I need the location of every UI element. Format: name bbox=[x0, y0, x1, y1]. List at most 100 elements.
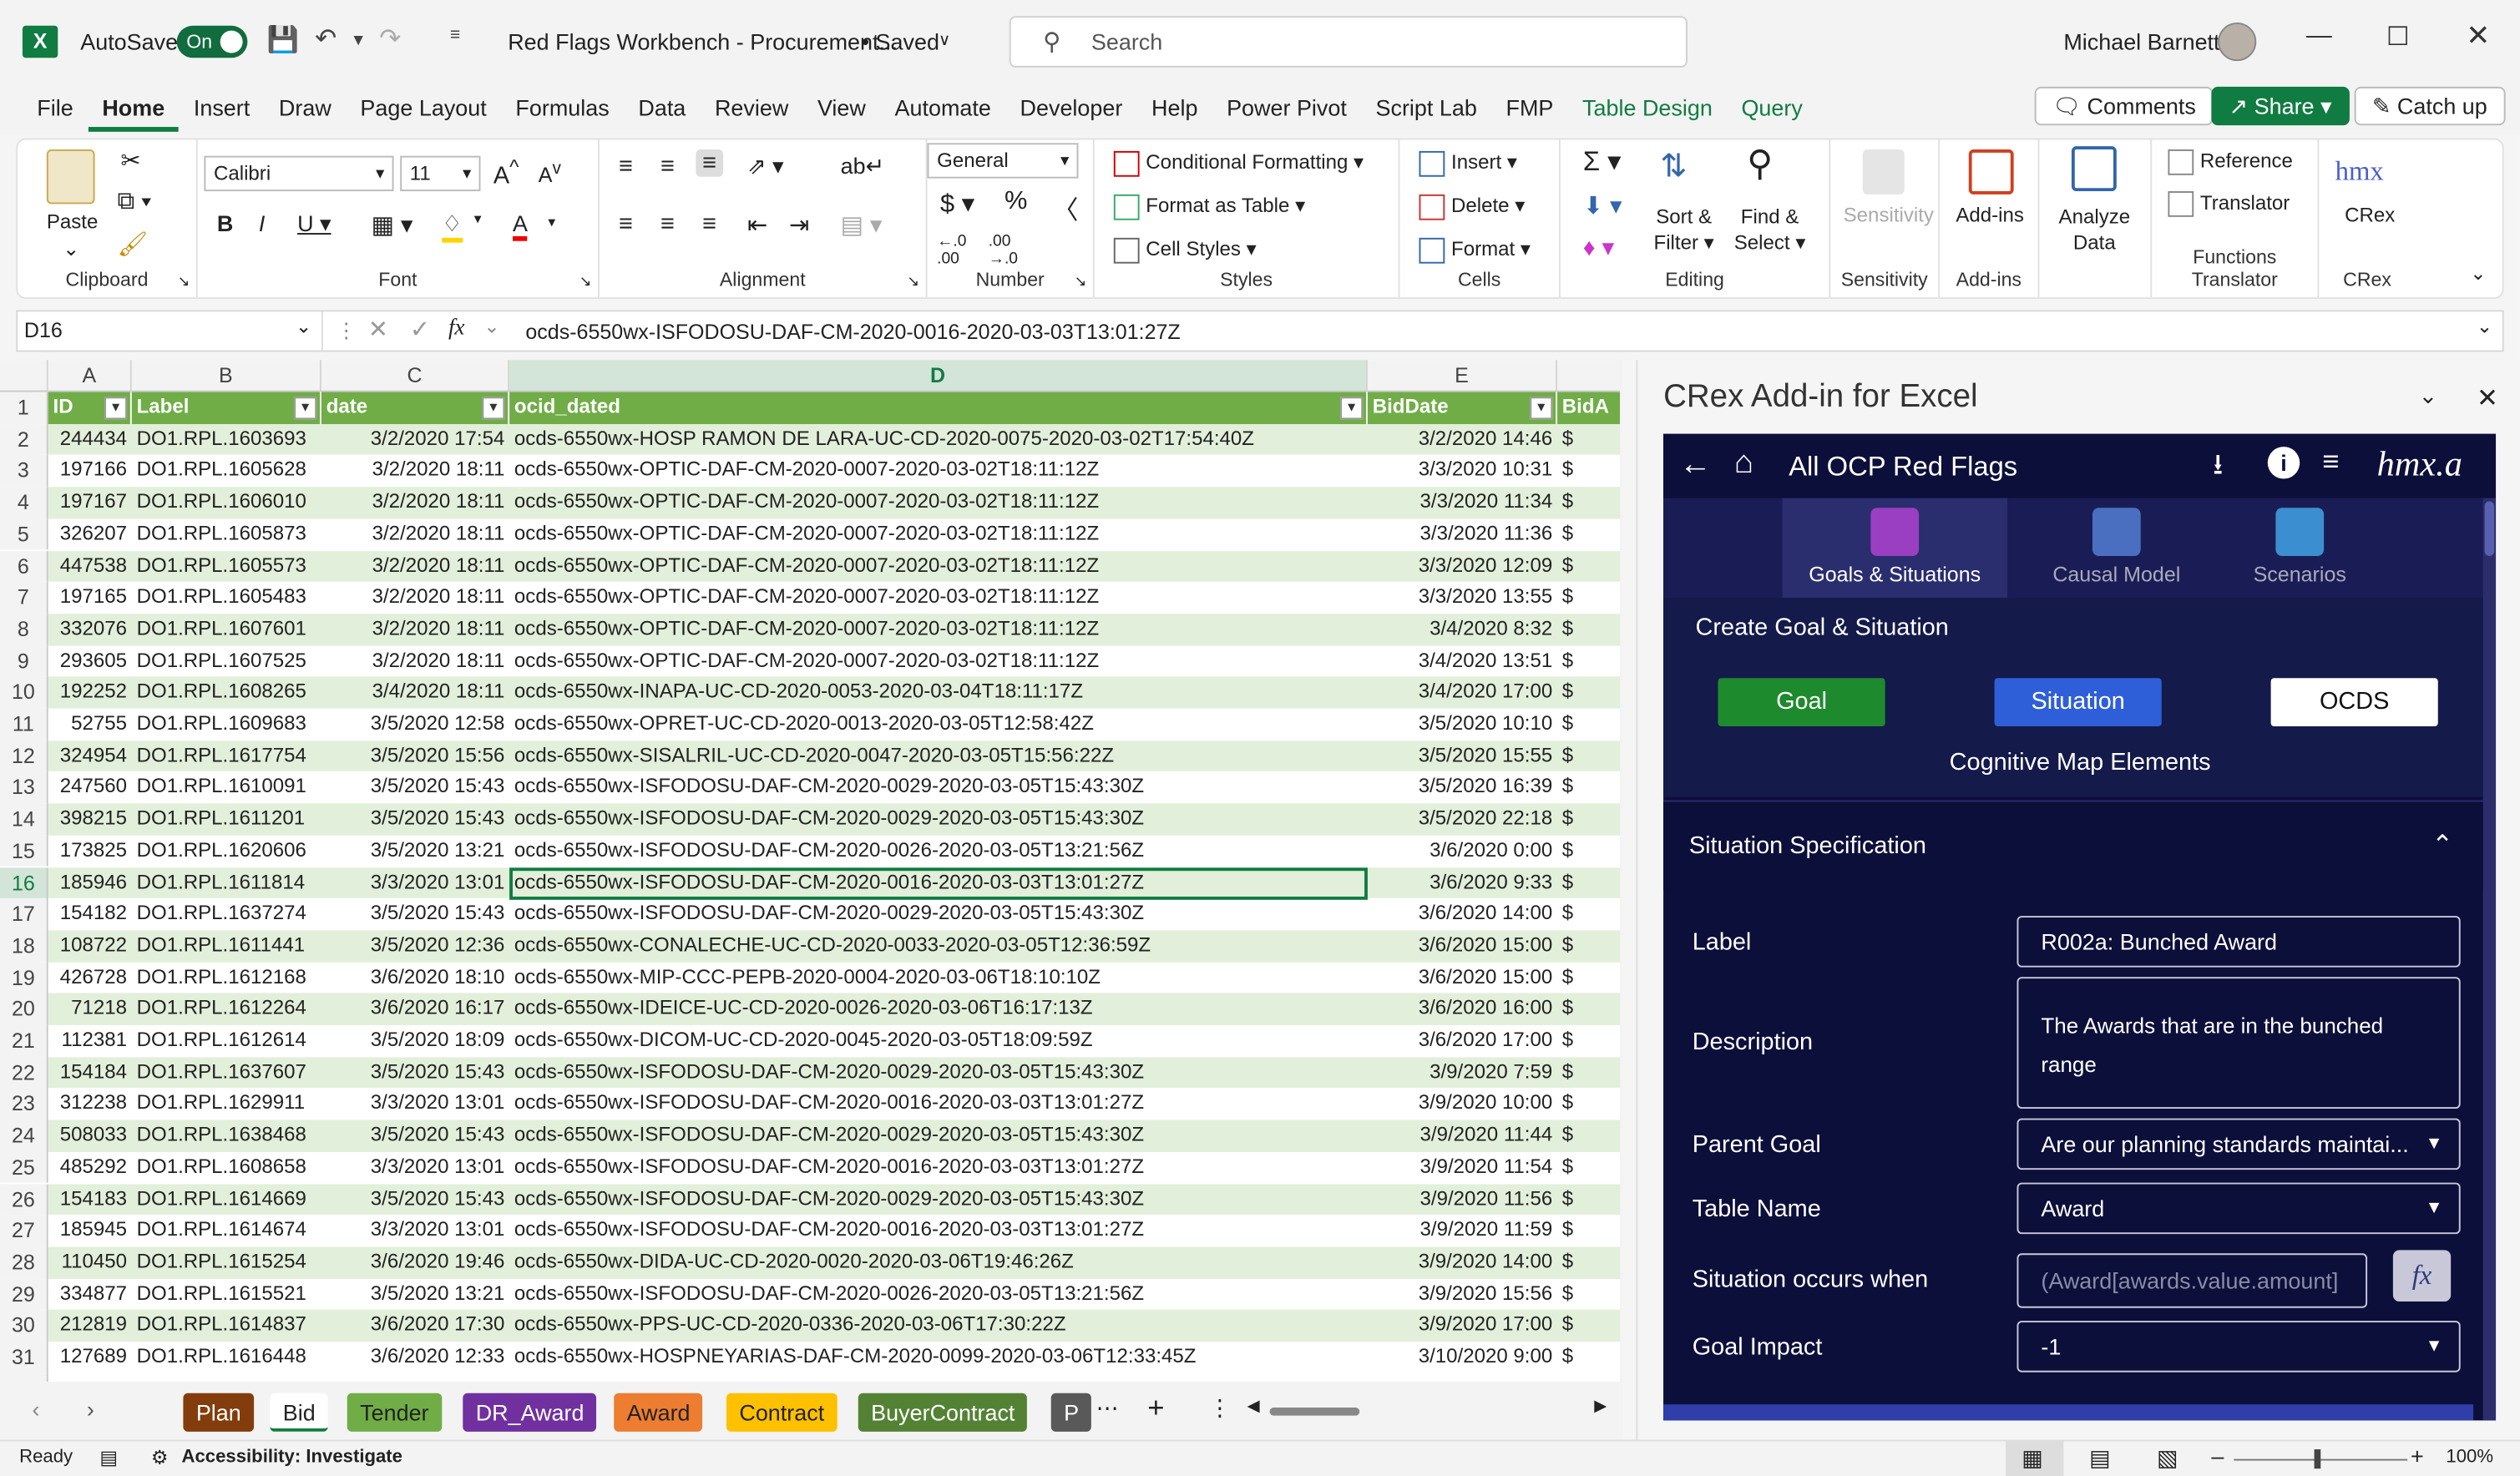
table-cell[interactable]: 3/3/2020 12:09 bbox=[1368, 550, 1557, 582]
filter-dropdown-icon[interactable]: ▼ bbox=[1340, 397, 1364, 420]
table-cell[interactable]: 154183 bbox=[48, 1184, 132, 1216]
fill-color-icon[interactable]: ♢ bbox=[442, 210, 463, 243]
table-cell[interactable]: $ bbox=[1557, 550, 1622, 582]
table-cell[interactable]: 334877 bbox=[48, 1278, 132, 1310]
analyze-data-button[interactable]: Analyze Data bbox=[2059, 204, 2131, 255]
table-cell[interactable]: 3/6/2020 17:00 bbox=[1368, 1025, 1557, 1057]
row-header[interactable]: 16 bbox=[0, 867, 48, 899]
table-cell[interactable]: $ bbox=[1557, 804, 1622, 836]
table-cell[interactable]: DO1.RPL.1612168 bbox=[132, 962, 321, 993]
table-cell[interactable]: 3/9/2020 11:54 bbox=[1368, 1152, 1557, 1184]
catch-up-button[interactable]: ✎ Catch up bbox=[2354, 86, 2505, 126]
back-arrow-icon[interactable]: ← bbox=[1679, 447, 1711, 483]
table-cell[interactable]: $ bbox=[1557, 1184, 1622, 1216]
collapse-chevron-up-icon[interactable]: ⌃ bbox=[2431, 829, 2453, 861]
table-cell[interactable]: $ bbox=[1557, 993, 1622, 1025]
next-sheet-icon[interactable]: › bbox=[87, 1397, 94, 1423]
name-box-dropdown-icon[interactable]: ⌄ bbox=[296, 315, 311, 337]
enter-icon[interactable]: ✓ bbox=[410, 315, 430, 344]
table-cell[interactable]: 3/2/2020 17:54 bbox=[321, 424, 509, 456]
row-header[interactable]: 29 bbox=[0, 1278, 48, 1311]
menu-tab-insert[interactable]: Insert bbox=[180, 83, 265, 132]
sheet-tab-award[interactable]: Award bbox=[614, 1393, 703, 1432]
table-cell[interactable]: 3/9/2020 7:59 bbox=[1368, 1057, 1557, 1089]
font-dialog-launcher-icon[interactable]: ↘ bbox=[579, 273, 592, 291]
table-cell[interactable]: $ bbox=[1557, 677, 1622, 709]
percent-icon[interactable]: % bbox=[1004, 188, 1027, 217]
minimize-icon[interactable]: — bbox=[2282, 23, 2356, 52]
column-header[interactable]: D bbox=[509, 360, 1368, 392]
parent-goal-select[interactable]: Are our planning standards maintai... ▼ bbox=[2017, 1118, 2461, 1170]
home-icon[interactable]: ⌂ bbox=[1734, 445, 1753, 482]
row-header[interactable]: 1 bbox=[0, 392, 48, 424]
table-cell[interactable]: DO1.RPL.1611814 bbox=[132, 867, 321, 898]
menu-tab-formulas[interactable]: Formulas bbox=[501, 83, 624, 132]
table-cell[interactable]: 3/6/2020 15:00 bbox=[1368, 930, 1557, 962]
number-format-select[interactable]: General ▼ bbox=[927, 143, 1079, 179]
table-cell[interactable]: 3/5/2020 15:43 bbox=[321, 1057, 509, 1089]
table-cell[interactable]: 3/5/2020 12:58 bbox=[321, 709, 509, 741]
table-cell[interactable]: ocds-6550wx-OPTIC-DAF-CM-2020-0007-2020-… bbox=[509, 455, 1368, 487]
filter-dropdown-icon[interactable]: ▼ bbox=[482, 397, 505, 420]
table-cell[interactable]: ocds-6550wx-OPTIC-DAF-CM-2020-0007-2020-… bbox=[509, 582, 1368, 614]
insert-function-icon[interactable]: fx bbox=[448, 316, 464, 342]
spreadsheet-grid[interactable]: ABCDE 1 2 3 4 5 6 7 8 9 10 11 12 13 14 15 16 17 18 19 20 21 2… bbox=[0, 360, 1623, 1382]
row-header[interactable]: 17 bbox=[0, 898, 48, 931]
table-cell[interactable]: 185945 bbox=[48, 1215, 132, 1246]
table-cell[interactable]: 3/9/2020 11:44 bbox=[1368, 1120, 1557, 1152]
search-input[interactable]: ⚲ Search bbox=[1009, 16, 1688, 68]
row-header[interactable]: 27 bbox=[0, 1215, 48, 1247]
filter-dropdown-icon[interactable]: ▼ bbox=[294, 397, 317, 420]
collapse-ribbon-icon[interactable]: ⌄ bbox=[2470, 262, 2486, 285]
table-cell[interactable]: $ bbox=[1557, 709, 1622, 741]
description-textarea[interactable]: The Awards that are in the bunched range bbox=[2017, 977, 2461, 1110]
insert-cells-button[interactable]: Insert ▾ bbox=[1419, 149, 1517, 177]
table-cell[interactable]: $ bbox=[1557, 867, 1622, 898]
table-cell[interactable]: 154184 bbox=[48, 1057, 132, 1089]
row-header[interactable]: 8 bbox=[0, 614, 48, 645]
table-cell[interactable]: DO1.RPL.1608658 bbox=[132, 1152, 321, 1184]
table-cell[interactable]: 3/4/2020 17:00 bbox=[1368, 677, 1557, 709]
table-cell[interactable]: 3/6/2020 16:17 bbox=[321, 993, 509, 1025]
table-cell[interactable]: ocds-6550wx-SISALRIL-UC-CD-2020-0047-202… bbox=[509, 741, 1368, 772]
info-icon[interactable]: i bbox=[2267, 447, 2300, 479]
format-painter-icon[interactable]: 🖌 bbox=[118, 230, 149, 259]
fill-icon[interactable]: ⬇ ▾ bbox=[1583, 191, 1622, 220]
table-cell[interactable]: ocds-6550wx-CONALECHE-UC-CD-2020-0033-20… bbox=[509, 930, 1368, 962]
table-cell[interactable]: DO1.RPL.1611441 bbox=[132, 930, 321, 962]
row-header[interactable]: 24 bbox=[0, 1120, 48, 1152]
pane-options-icon[interactable]: ⌄ bbox=[2419, 382, 2438, 410]
zoom-out-icon[interactable]: – bbox=[2211, 1443, 2224, 1468]
table-cell[interactable]: DO1.RPL.1629911 bbox=[132, 1089, 321, 1120]
goal-button[interactable]: Goal bbox=[1718, 678, 1885, 726]
pane-close-icon[interactable]: ✕ bbox=[2477, 382, 2498, 414]
add-sheet-icon[interactable]: + bbox=[1147, 1392, 1164, 1425]
table-cell[interactable]: $ bbox=[1557, 930, 1622, 962]
checklist-icon[interactable]: ≡ bbox=[2322, 445, 2339, 478]
row-header[interactable]: 7 bbox=[0, 582, 48, 614]
table-cell[interactable]: ocds-6550wx-ISFODOSU-DAF-CM-2020-0026-20… bbox=[509, 1278, 1368, 1310]
currency-icon[interactable]: $ ▾ bbox=[940, 188, 974, 220]
table-cell[interactable]: 3/5/2020 12:36 bbox=[321, 930, 509, 962]
table-cell[interactable]: ocds-6550wx-OPTIC-DAF-CM-2020-0007-2020-… bbox=[509, 487, 1368, 518]
table-cell[interactable]: 3/4/2020 13:51 bbox=[1368, 645, 1557, 677]
table-cell[interactable]: 3/3/2020 13:01 bbox=[321, 1215, 509, 1246]
row-header[interactable]: 28 bbox=[0, 1246, 48, 1279]
table-cell[interactable]: 3/5/2020 15:43 bbox=[321, 1120, 509, 1152]
table-cell[interactable]: DO1.RPL.1605873 bbox=[132, 518, 321, 550]
paste-button[interactable]: Paste bbox=[47, 210, 99, 233]
sheet-tab-plan[interactable]: Plan bbox=[183, 1393, 255, 1432]
table-cell[interactable]: 3/3/2020 11:36 bbox=[1368, 518, 1557, 550]
table-cell[interactable]: DO1.RPL.1607525 bbox=[132, 645, 321, 677]
alignment-dialog-launcher-icon[interactable]: ↘ bbox=[907, 273, 919, 291]
avatar[interactable] bbox=[2218, 22, 2257, 62]
table-cell[interactable]: 3/2/2020 18:11 bbox=[321, 518, 509, 550]
font-name-select[interactable]: Calibri ▼ bbox=[204, 155, 394, 192]
table-cell[interactable]: 247560 bbox=[48, 772, 132, 804]
menu-tab-data[interactable]: Data bbox=[624, 83, 701, 132]
row-header[interactable] bbox=[0, 1373, 48, 1382]
table-cell[interactable]: ocds-6550wx-ISFODOSU-DAF-CM-2020-0029-20… bbox=[509, 898, 1368, 930]
table-cell[interactable]: ocds-6550wx-OPRET-UC-CD-2020-0013-2020-0… bbox=[509, 709, 1368, 741]
table-cell[interactable]: DO1.RPL.1605483 bbox=[132, 582, 321, 614]
menu-tab-table-design[interactable]: Table Design bbox=[1568, 83, 1727, 132]
